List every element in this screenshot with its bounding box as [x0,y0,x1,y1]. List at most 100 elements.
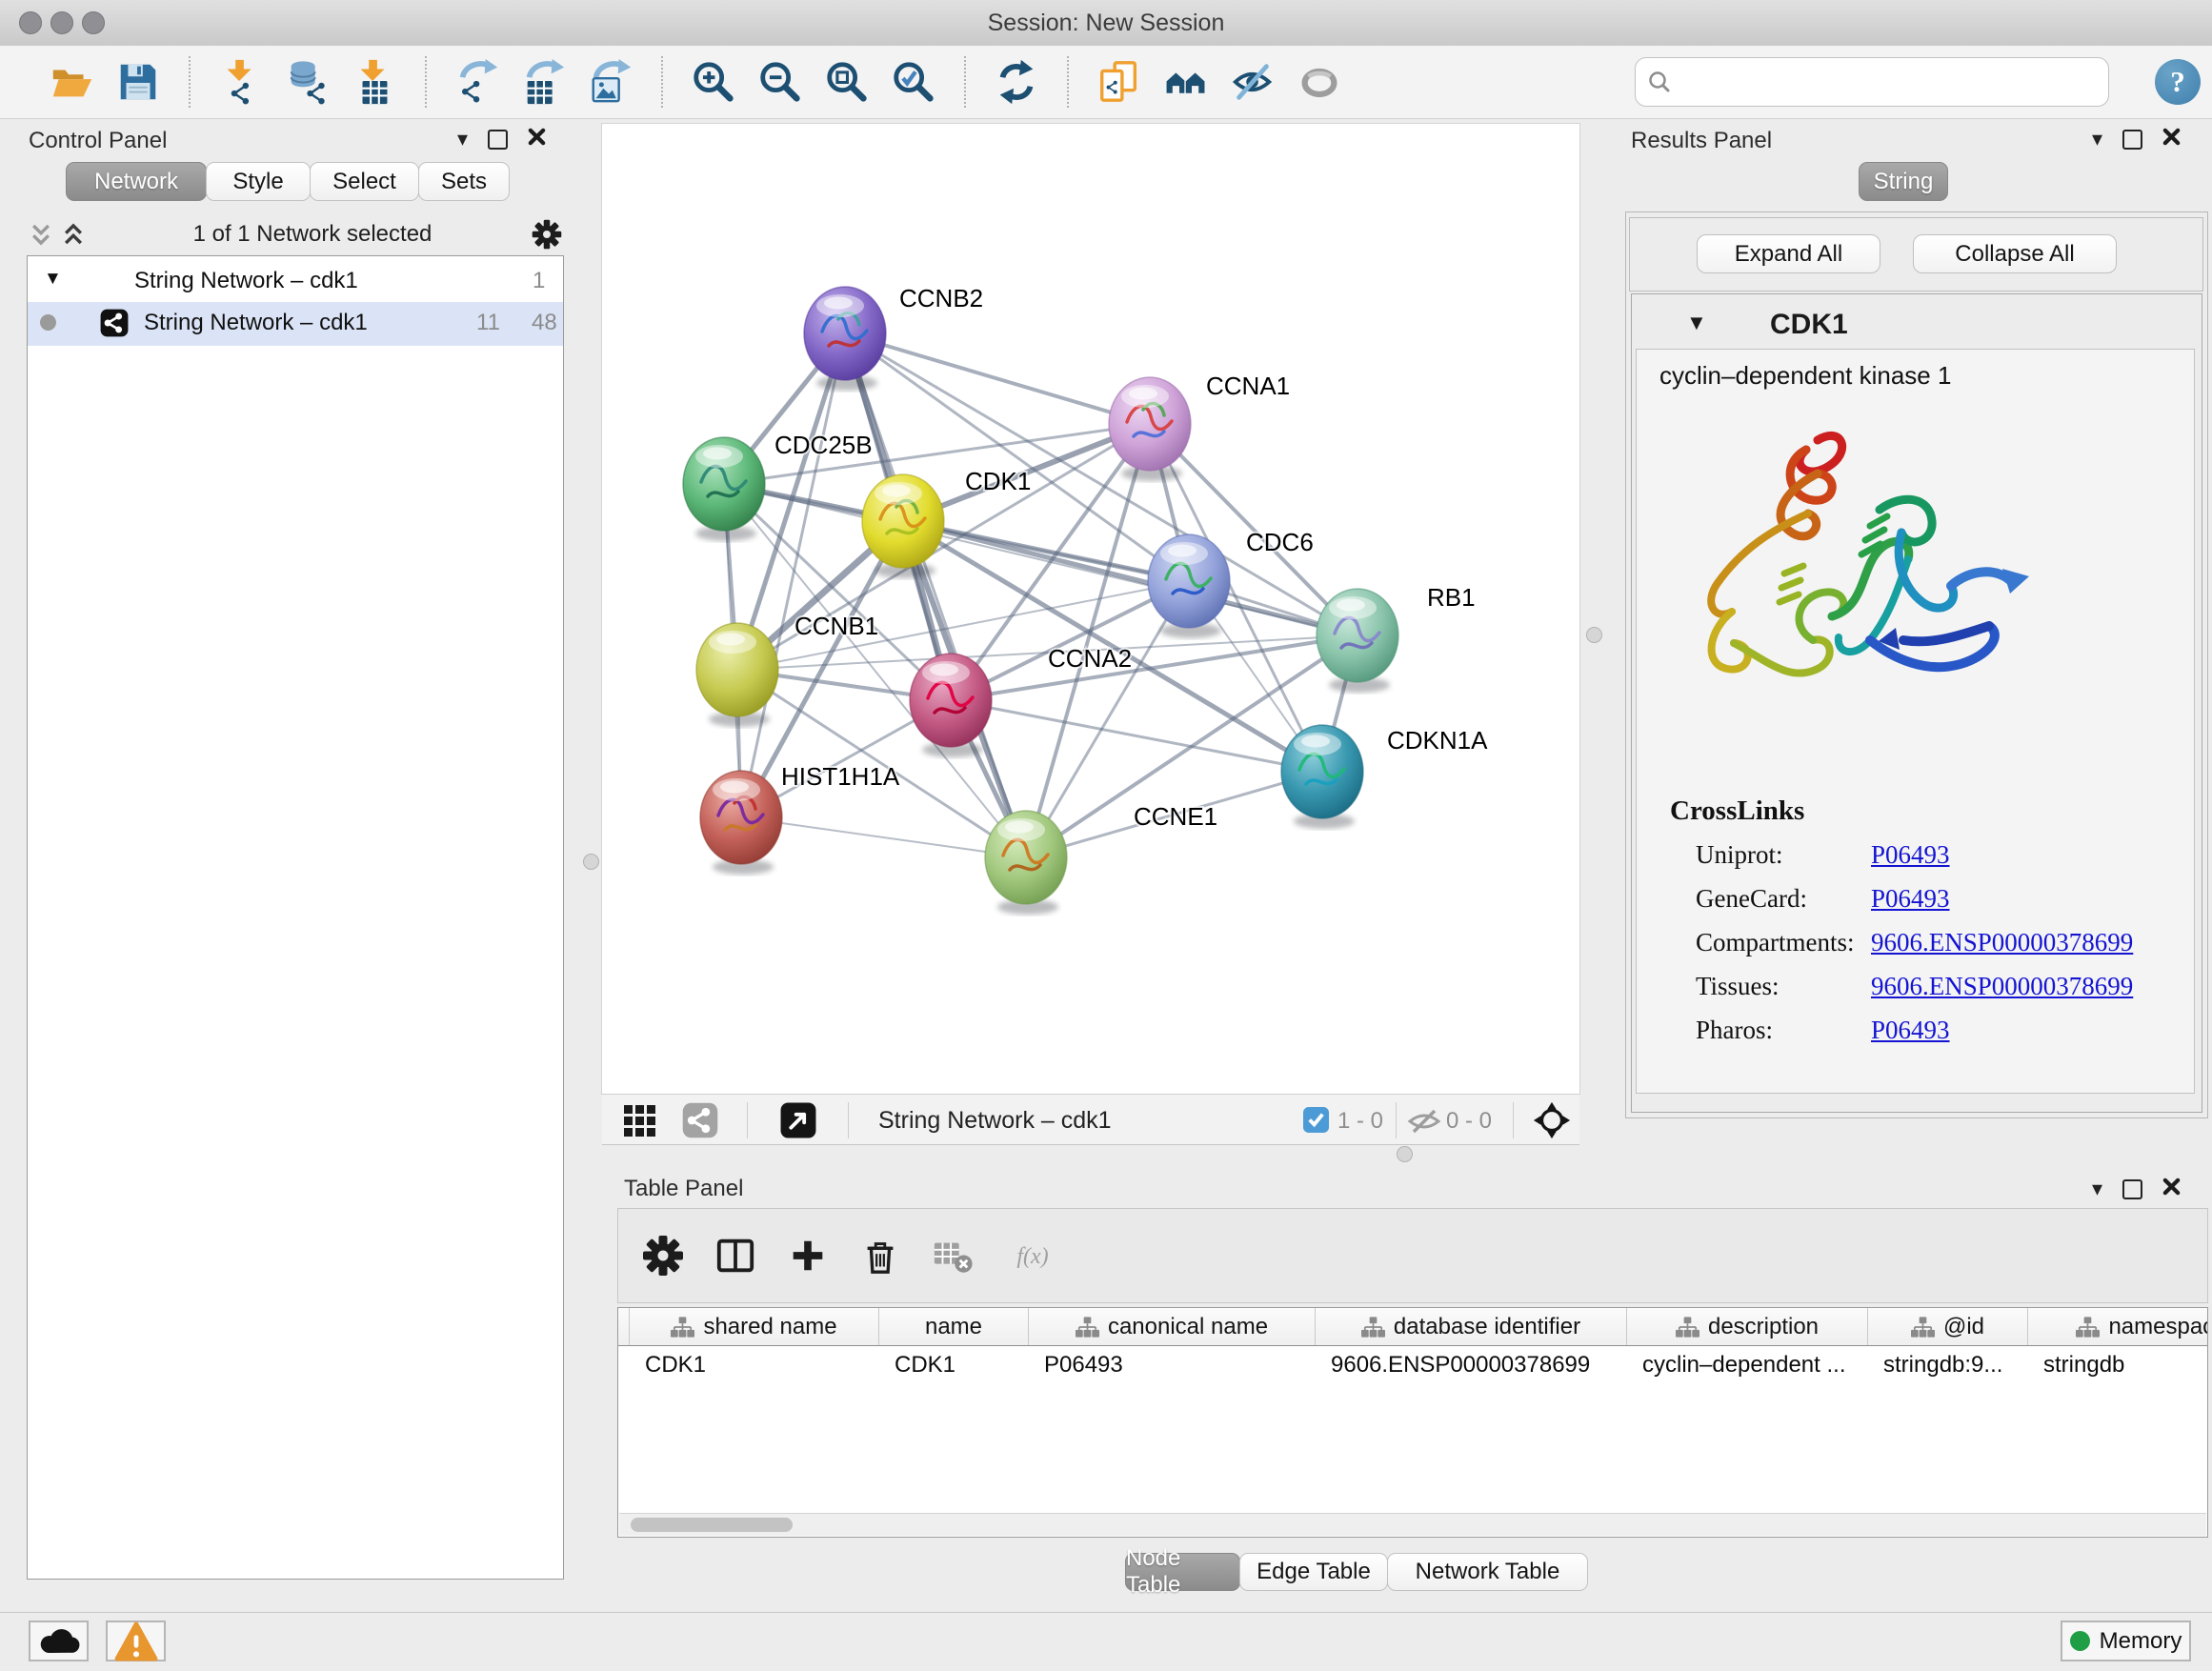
collapse-all-icon[interactable] [29,222,53,247]
network-row-selected[interactable]: String Network – cdk1 11 48 [28,302,563,346]
panel-menu-icon[interactable]: ▾ [457,130,468,149]
delete-column-button[interactable] [858,1234,902,1278]
network-edge-CCNB2-CCNA1[interactable] [845,333,1150,424]
network-collection-row[interactable]: ▼ String Network – cdk1 1 [28,260,563,302]
crosslink-link[interactable]: 9606.ENSP00000378699 [1871,972,2133,1001]
tab-style[interactable]: Style [206,162,311,201]
panel-menu-icon[interactable]: ▾ [2092,130,2102,149]
zoom-in-button[interactable] [686,54,741,110]
crosslink-link[interactable]: P06493 [1871,1016,1950,1045]
crosslink-link[interactable]: P06493 [1871,840,1950,870]
network-node-CCNA2[interactable] [910,654,992,757]
cell-@id[interactable]: stringdb:9... [1868,1346,2028,1384]
cell-shared-name[interactable]: CDK1 [630,1346,879,1384]
network-node-HIST1H1A[interactable] [700,771,782,875]
column-header-@id[interactable]: @id [1868,1308,2028,1345]
network-node-CDKN1A[interactable] [1281,725,1363,829]
network-label: String Network – cdk1 [144,310,368,336]
tab-sets[interactable]: Sets [418,162,510,201]
network-node-CCNE1[interactable] [985,811,1067,915]
section-collapse-icon[interactable]: ▼ [1686,311,1707,335]
cell-database-identifier[interactable]: 9606.ENSP00000378699 [1316,1346,1627,1384]
network-node-RB1[interactable] [1317,589,1398,693]
selected-checkbox-icon[interactable] [1303,1107,1329,1133]
column-label: description [1708,1314,1819,1340]
column-header-database-identifier[interactable]: database identifier [1316,1308,1627,1345]
memory-button[interactable]: Memory [2061,1621,2191,1661]
panel-float-icon[interactable] [2122,1179,2142,1199]
export-network-button[interactable] [450,54,505,110]
tab-network[interactable]: Network [66,162,207,201]
delete-table-button[interactable] [931,1234,975,1278]
search-input[interactable] [1679,68,2097,96]
cell-description[interactable]: cyclin–dependent ... [1627,1346,1868,1384]
network-node-CDK1[interactable] [862,474,944,578]
save-session-button[interactable] [111,54,166,110]
splitter-handle[interactable] [583,854,599,870]
import-network-file-button[interactable] [213,54,269,110]
string-logo-icon[interactable] [682,1102,718,1138]
zoom-out-button[interactable] [753,54,808,110]
splitter-handle[interactable] [1397,1146,1413,1162]
network-node-CCNB1[interactable] [696,623,778,727]
zoom-selected-button[interactable] [886,54,941,110]
cloud-status-button[interactable] [29,1621,89,1661]
table-row[interactable]: CDK1CDK1P064939606.ENSP00000378699cyclin… [618,1346,2207,1384]
panel-menu-icon[interactable]: ▾ [2092,1179,2102,1198]
grid-mode-icon[interactable] [623,1104,657,1138]
export-image-button[interactable] [583,54,638,110]
cell-name[interactable]: CDK1 [879,1346,1029,1384]
cell-namespace[interactable]: stringdb [2028,1346,2208,1384]
panel-float-icon[interactable] [2122,130,2142,150]
export-table-button[interactable] [516,54,572,110]
panel-close-icon[interactable] [2162,128,2181,151]
tab-network-table[interactable]: Network Table [1387,1553,1588,1591]
table-settings-button[interactable] [641,1234,685,1278]
column-header-canonical-name[interactable]: canonical name [1029,1308,1316,1345]
import-table-file-button[interactable] [347,54,402,110]
panel-float-icon[interactable] [488,130,508,150]
add-column-button[interactable] [786,1234,830,1278]
tab-node-table[interactable]: Node Table [1125,1553,1240,1591]
network-edge-HIST1H1A-CCNE1[interactable] [741,817,1026,857]
help-button[interactable]: ? [2155,59,2201,105]
network-edge-CCNA1-CCNE1[interactable] [1026,424,1150,857]
network-node-CCNB2[interactable] [804,287,886,391]
tab-edge-table[interactable]: Edge Table [1239,1553,1388,1591]
crosslink-link[interactable]: P06493 [1871,884,1950,914]
panel-close-icon[interactable] [528,128,546,151]
fit-selected-crosshair-icon[interactable] [1532,1100,1572,1140]
import-network-database-button[interactable] [280,54,335,110]
expand-all-icon[interactable] [61,222,86,247]
network-node-CDC25B[interactable] [683,437,765,541]
column-header-namespace[interactable]: namespace [2028,1308,2208,1345]
column-header-shared-name[interactable]: shared name [630,1308,879,1345]
zoom-fit-button[interactable] [819,54,875,110]
column-header-name[interactable]: name [879,1308,1029,1345]
splitter-handle[interactable] [1586,627,1602,643]
first-neighbors-button[interactable] [1158,54,1214,110]
horizontal-scrollbar[interactable] [619,1513,2206,1536]
scrollbar-thumb[interactable] [631,1518,793,1532]
network-options-gear-icon[interactable] [532,219,562,250]
cell-canonical-name[interactable]: P06493 [1029,1346,1316,1384]
panel-close-icon[interactable] [2162,1178,2181,1200]
hide-selected-button[interactable] [1225,54,1280,110]
network-canvas[interactable]: CCNB2CCNA1CDC25BCDK1CDC6RB1CCNB1CCNA2CDK… [602,124,1579,1094]
crosslink-link[interactable]: 9606.ENSP00000378699 [1871,928,2133,957]
column-header-description[interactable]: description [1627,1308,1868,1345]
show-all-button[interactable] [1292,54,1347,110]
tab-select[interactable]: Select [310,162,419,201]
network-edge-CCNB2-HIST1H1A[interactable] [741,333,845,817]
expand-all-button[interactable]: Expand All [1697,234,1880,273]
open-session-button[interactable] [44,54,99,110]
update-network-button[interactable] [989,54,1044,110]
clone-network-button[interactable] [1092,54,1147,110]
show-columns-button[interactable] [714,1234,757,1278]
apply-function-button[interactable]: f(x) [1003,1234,1070,1278]
birdseye-view-icon[interactable] [779,1101,817,1139]
results-tab-string[interactable]: String [1859,162,1948,201]
collapse-all-button[interactable]: Collapse All [1913,234,2117,273]
collection-expand-icon[interactable]: ▼ [44,269,62,290]
warning-button[interactable] [106,1621,166,1661]
